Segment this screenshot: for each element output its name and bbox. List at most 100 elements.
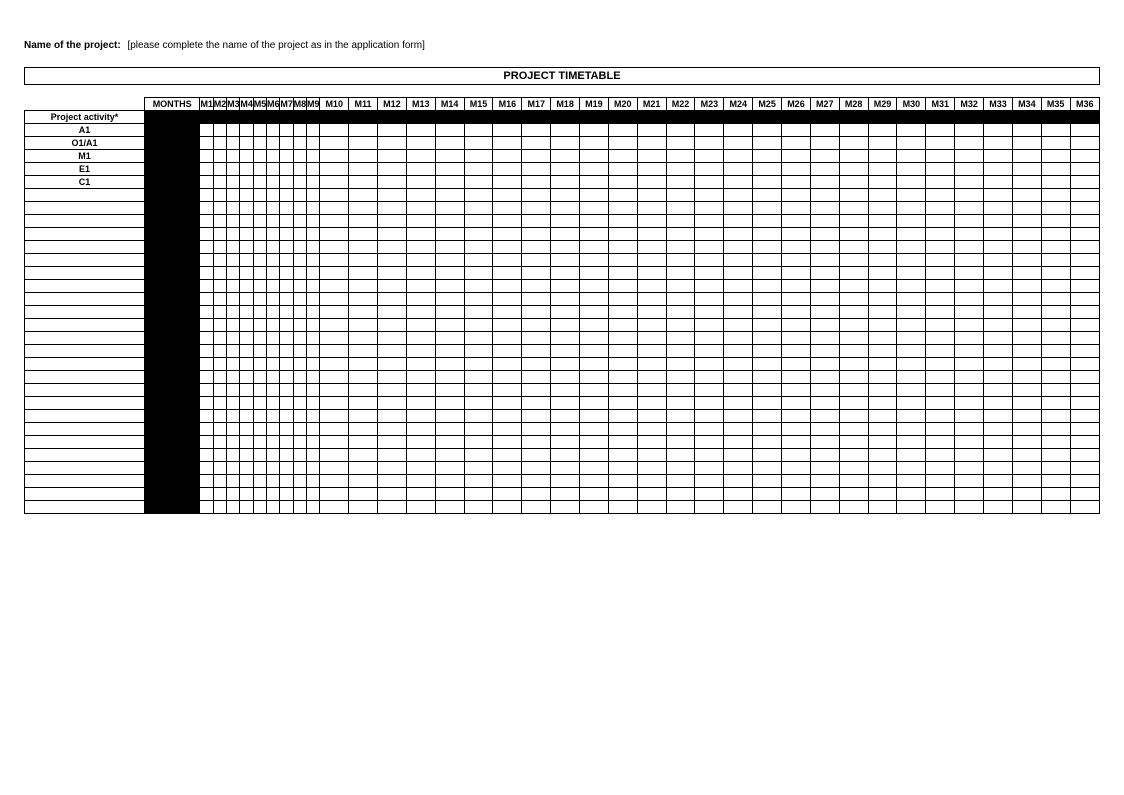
grid-cell [253, 163, 266, 176]
grid-cell [200, 397, 213, 410]
grid-cell [810, 319, 839, 332]
grid-cell [306, 501, 319, 514]
grid-cell [1012, 189, 1041, 202]
grid-cell [724, 202, 753, 215]
grid-cell [753, 397, 782, 410]
grid-cell [608, 267, 637, 280]
grid-cell [464, 176, 493, 189]
black-cell [666, 111, 695, 124]
grid-cell [1012, 306, 1041, 319]
grid-cell [200, 501, 213, 514]
grid-cell [320, 189, 349, 202]
grid-cell [897, 423, 926, 436]
grid-cell [377, 267, 406, 280]
activity-cell-empty [25, 423, 145, 436]
timetable-header-row: MONTHSM1M2M3M4M5M6M7M8M9M10M11M12M13M14M… [25, 98, 1100, 111]
grid-cell [782, 384, 811, 397]
grid-cell [782, 423, 811, 436]
grid-cell [493, 319, 522, 332]
months-col-black [144, 215, 200, 228]
grid-cell [839, 397, 868, 410]
grid-cell [984, 449, 1013, 462]
grid-cell [493, 163, 522, 176]
grid-cell [377, 293, 406, 306]
grid-cell [464, 150, 493, 163]
grid-cell [810, 137, 839, 150]
grid-cell [1012, 410, 1041, 423]
grid-cell [522, 241, 551, 254]
grid-cell [293, 436, 306, 449]
grid-cell [753, 462, 782, 475]
grid-cell [377, 475, 406, 488]
grid-cell [666, 449, 695, 462]
grid-cell [551, 488, 580, 501]
grid-cell [1041, 267, 1070, 280]
grid-cell [320, 410, 349, 423]
grid-cell [522, 332, 551, 345]
grid-cell [320, 358, 349, 371]
grid-cell [868, 293, 897, 306]
grid-cell [782, 189, 811, 202]
grid-cell [984, 241, 1013, 254]
month-header-m8: M8 [293, 98, 306, 111]
table-row [25, 293, 1100, 306]
grid-cell [868, 319, 897, 332]
activity-cell-empty [25, 371, 145, 384]
grid-cell [435, 436, 464, 449]
grid-cell [551, 202, 580, 215]
grid-cell [493, 176, 522, 189]
grid-cell [608, 423, 637, 436]
grid-cell [955, 319, 984, 332]
grid-cell [349, 254, 378, 267]
grid-cell [1012, 254, 1041, 267]
grid-cell [984, 462, 1013, 475]
grid-cell [293, 215, 306, 228]
grid-cell [1012, 176, 1041, 189]
grid-cell [406, 176, 435, 189]
grid-cell [897, 358, 926, 371]
grid-cell [926, 267, 955, 280]
grid-cell [695, 293, 724, 306]
grid-cell [839, 215, 868, 228]
grid-cell [637, 202, 666, 215]
grid-cell [666, 436, 695, 449]
grid-cell [306, 345, 319, 358]
grid-cell [349, 228, 378, 241]
grid-cell [293, 267, 306, 280]
grid-cell [253, 488, 266, 501]
grid-cell [897, 332, 926, 345]
grid-cell [227, 306, 240, 319]
grid-cell [984, 501, 1013, 514]
grid-cell [522, 397, 551, 410]
black-cell [1041, 111, 1070, 124]
grid-cell [926, 280, 955, 293]
grid-cell [200, 150, 213, 163]
grid-cell [377, 488, 406, 501]
grid-cell [435, 371, 464, 384]
grid-cell [293, 384, 306, 397]
grid-cell [349, 332, 378, 345]
grid-cell [839, 358, 868, 371]
grid-cell [782, 163, 811, 176]
grid-cell [1041, 449, 1070, 462]
grid-cell [1070, 371, 1099, 384]
grid-cell [280, 475, 293, 488]
grid-cell [1041, 215, 1070, 228]
grid-cell [349, 345, 378, 358]
black-cell [753, 111, 782, 124]
grid-cell [306, 332, 319, 345]
grid-cell [753, 488, 782, 501]
grid-cell [349, 410, 378, 423]
grid-cell [984, 488, 1013, 501]
table-row [25, 267, 1100, 280]
grid-cell [753, 306, 782, 319]
grid-cell [1012, 358, 1041, 371]
grid-cell [1070, 436, 1099, 449]
grid-cell [200, 475, 213, 488]
timetable-container: MONTHSM1M2M3M4M5M6M7M8M9M10M11M12M13M14M… [24, 97, 1100, 514]
grid-cell [868, 215, 897, 228]
months-col-black [144, 137, 200, 150]
grid-cell [253, 319, 266, 332]
grid-cell [522, 254, 551, 267]
grid-cell [1070, 163, 1099, 176]
